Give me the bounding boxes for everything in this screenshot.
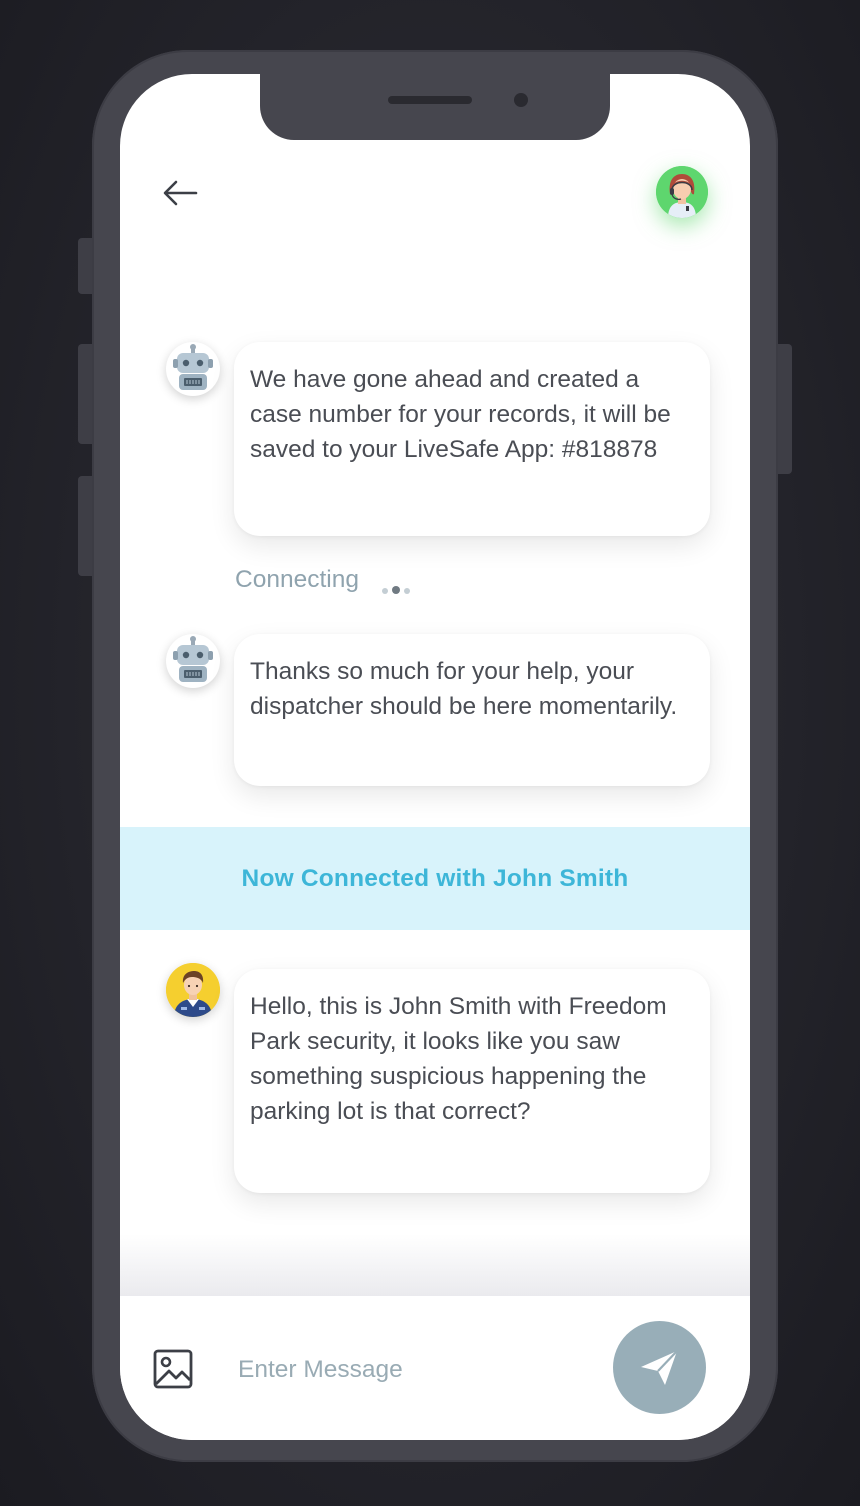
message-bubble: We have gone ahead and created a case nu… <box>234 342 710 536</box>
robot-avatar <box>166 634 220 688</box>
robot-avatar <box>166 342 220 396</box>
connecting-status: Connecting <box>235 566 359 593</box>
message-composer <box>120 1296 750 1440</box>
speaker-grille <box>388 96 472 104</box>
message-input[interactable] <box>236 1346 600 1394</box>
phone-notch <box>260 74 610 140</box>
send-button[interactable] <box>613 1321 706 1414</box>
connected-banner: Now Connected with John Smith <box>120 827 750 930</box>
paper-plane-icon <box>641 1350 678 1385</box>
chat-screen: We have gone ahead and created a case nu… <box>120 74 750 1440</box>
back-arrow-icon[interactable] <box>160 174 200 214</box>
front-camera <box>514 93 528 107</box>
security-officer-avatar <box>166 963 220 1017</box>
scroll-fade <box>120 1234 750 1296</box>
phone-power-button <box>776 344 792 474</box>
support-agent-avatar[interactable] <box>656 166 708 218</box>
image-attach-icon[interactable] <box>152 1348 194 1390</box>
message-bubble: Thanks so much for your help, your dispa… <box>234 634 710 786</box>
message-bubble: Hello, this is John Smith with Freedom P… <box>234 969 710 1193</box>
